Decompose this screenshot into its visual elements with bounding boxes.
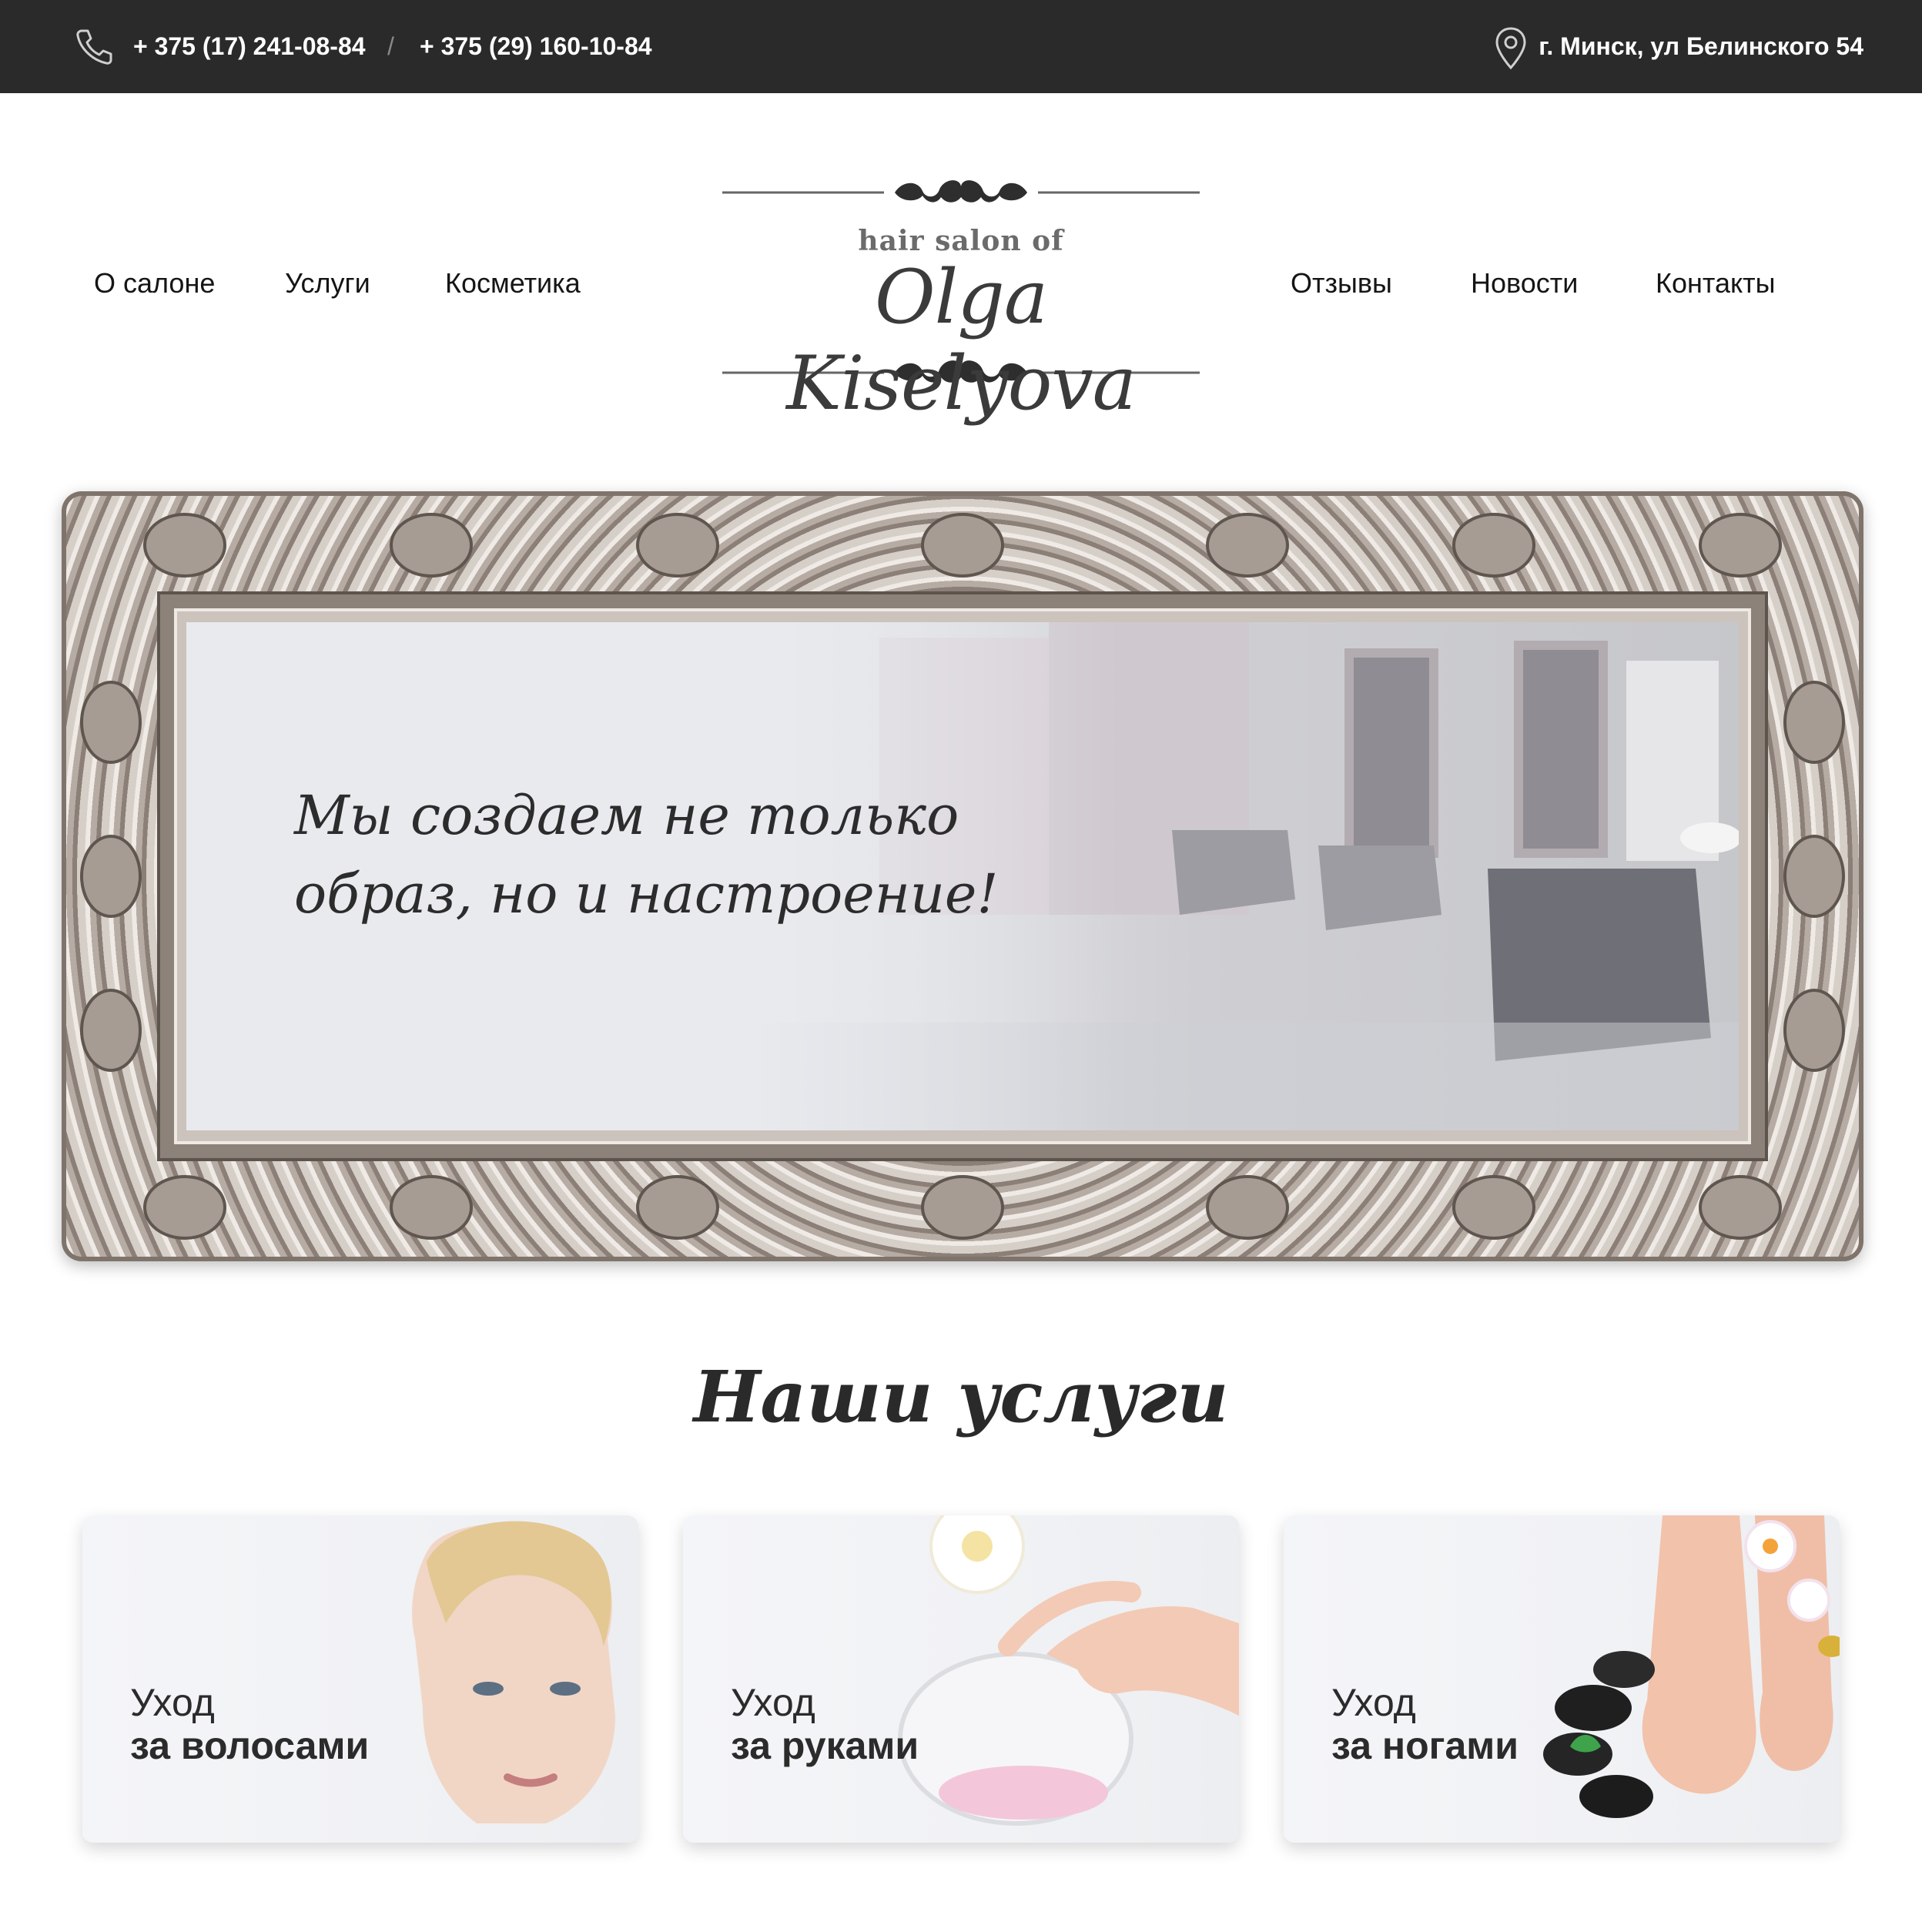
address-link[interactable]: г. Минск, ул Белинского 54 (1539, 29, 1863, 63)
hero-banner: Мы создаем не только образ, но и настрое… (62, 491, 1863, 1261)
hand-care-image (898, 1515, 1239, 1826)
service-card-line-2: за волосами (130, 1724, 370, 1767)
service-card-feet[interactable]: Уход за ногами (1284, 1515, 1840, 1843)
top-bar: + 375 (17) 241-08-84 / + 375 (29) 160-10… (0, 0, 1922, 93)
map-pin-icon (1495, 27, 1526, 70)
service-card-caption: Уход за ногами (1331, 1681, 1519, 1767)
service-card-hands[interactable]: Уход за руками (683, 1515, 1239, 1843)
nav-item-about[interactable]: О салоне (94, 265, 215, 302)
service-card-line-2: за руками (731, 1724, 919, 1767)
phone-icon (76, 29, 112, 65)
hero-slogan-line-2: образ, но и настроение! (294, 862, 999, 926)
nav-item-services[interactable]: Услуги (285, 265, 370, 302)
nav-item-contacts[interactable]: Контакты (1656, 265, 1776, 302)
services-title: Наши услуги (693, 1355, 1229, 1438)
nav-item-cosmetics[interactable]: Косметика (445, 265, 581, 302)
service-card-line-1: Уход (731, 1681, 815, 1724)
nav-item-news[interactable]: Новости (1471, 265, 1578, 302)
logo-tagline: hair salon of (858, 225, 1064, 257)
phone-separator: / (387, 32, 394, 60)
service-card-line-2: за ногами (1331, 1724, 1519, 1767)
hero-slogan: Мы создаем не только образ, но и настрое… (294, 776, 1141, 933)
woman-portrait-image (412, 1521, 615, 1823)
service-card-caption: Уход за руками (731, 1681, 919, 1767)
phone-link-1[interactable]: + 375 (17) 241-08-84 (133, 29, 366, 63)
phone-link-2[interactable]: + 375 (29) 160-10-84 (420, 29, 652, 63)
hero-slogan-line-1: Мы создаем не только (294, 784, 959, 847)
logo[interactable]: hair salon of Olga Kiselyova (721, 163, 1201, 427)
service-card-hair[interactable]: Уход за волосами (82, 1515, 638, 1843)
foot-care-image (1543, 1515, 1840, 1818)
nav-item-reviews[interactable]: Отзывы (1291, 265, 1392, 302)
service-card-line-1: Уход (130, 1681, 215, 1724)
logo-name: Olga Kiselyova (786, 254, 1137, 427)
service-card-caption: Уход за волосами (130, 1681, 369, 1767)
service-card-line-1: Уход (1331, 1681, 1416, 1724)
